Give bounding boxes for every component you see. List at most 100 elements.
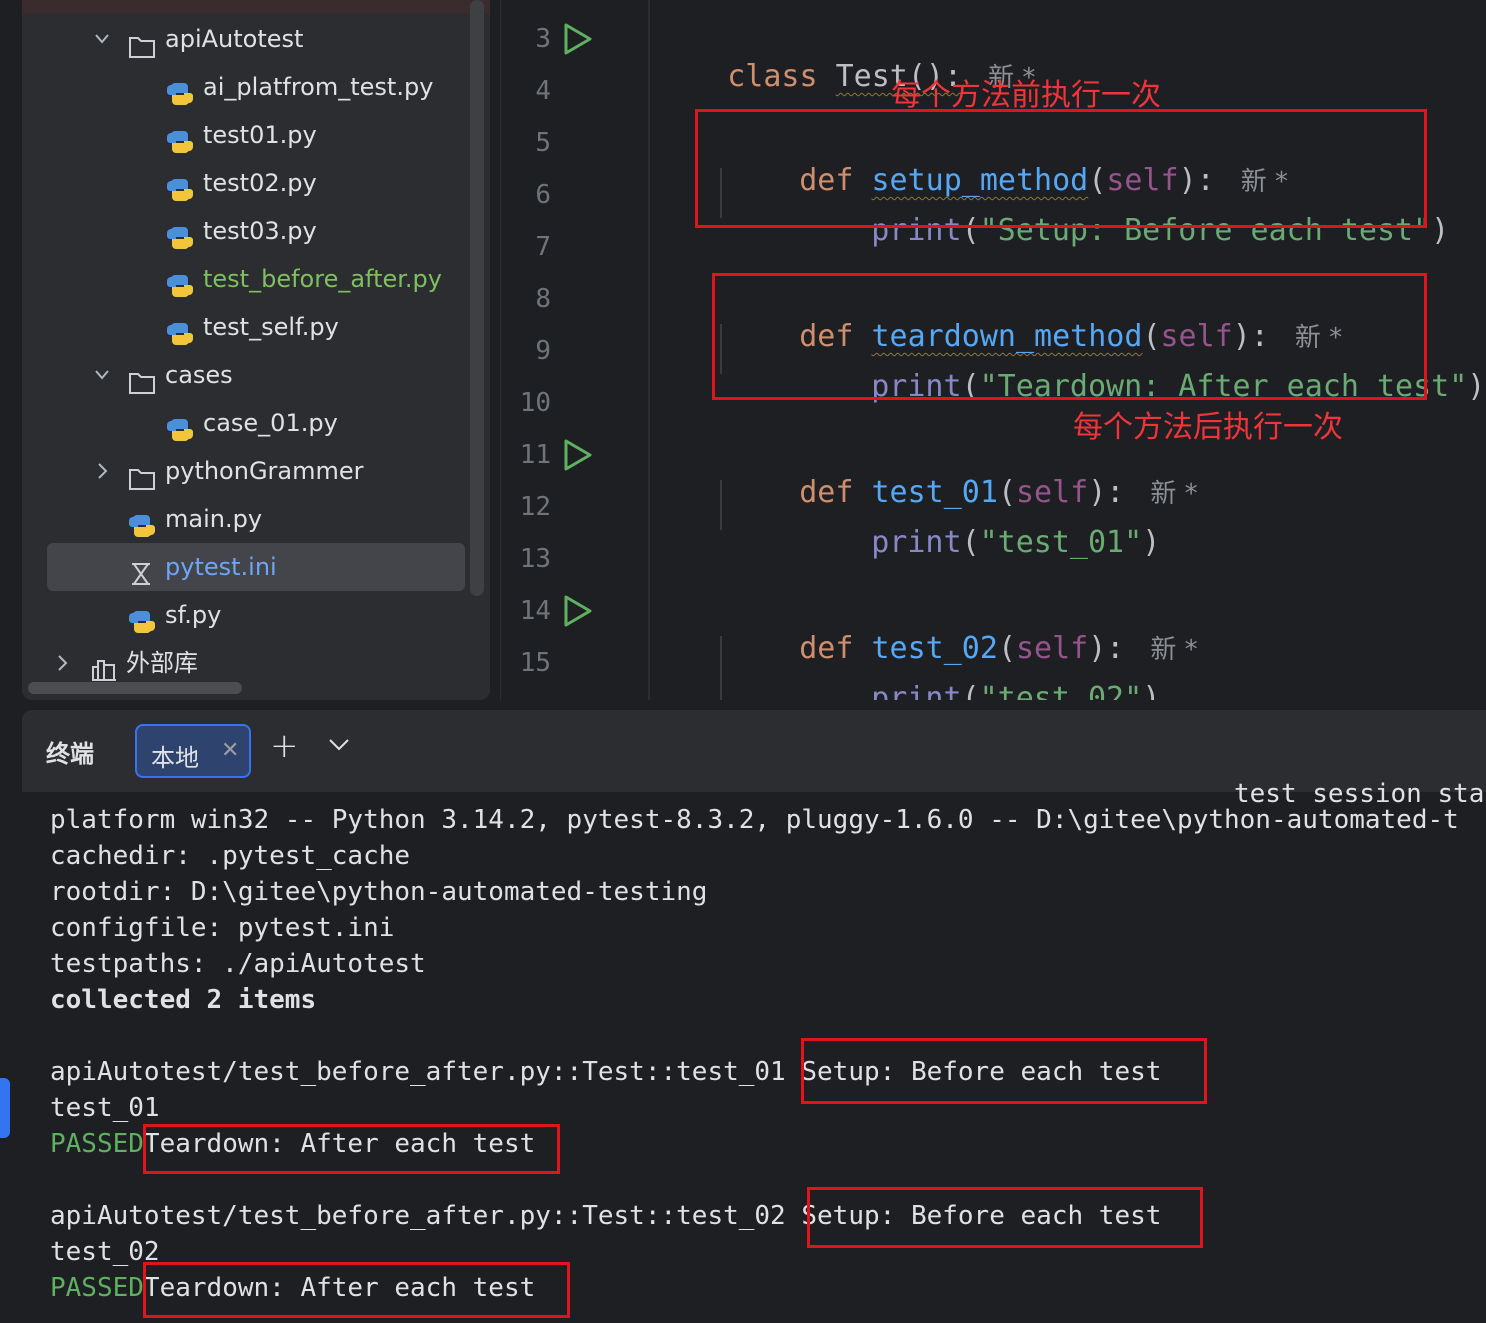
- tree-item-label: main.py: [165, 505, 263, 533]
- tree-item-label: pytest.ini: [165, 553, 277, 581]
- close-icon[interactable]: ✕: [221, 738, 239, 763]
- line-number: 11: [519, 440, 551, 470]
- tree-item-label: sf.py: [165, 601, 222, 629]
- line-number: 13: [519, 544, 551, 574]
- folder-icon: [128, 459, 155, 490]
- terminal-line: platform win32 -- Python 3.14.2, pytest-…: [50, 805, 1459, 835]
- code-line-12: print("test_01"): [799, 490, 1160, 595]
- python-file-icon: [166, 411, 193, 441]
- terminal-line: testpaths: ./apiAutotest: [50, 949, 426, 979]
- tree-item-file[interactable]: test_self.py: [22, 303, 490, 351]
- tree-item-file[interactable]: test01.py: [22, 111, 490, 159]
- terminal-line: rootdir: D:\gitee\python-automated-testi…: [50, 877, 708, 907]
- line-number: 9: [535, 336, 551, 366]
- terminal-title: 终端: [46, 740, 94, 768]
- scrolled-out-row: [22, 0, 490, 14]
- highlight-box-setup: [695, 109, 1427, 228]
- horizontal-scrollbar[interactable]: [28, 682, 242, 694]
- tree-item-file[interactable]: test_before_after.py: [22, 255, 490, 303]
- line-number: 7: [535, 232, 551, 262]
- add-icon[interactable]: +: [270, 726, 299, 766]
- paren: ): [1467, 369, 1486, 404]
- tree-item-label: test_before_after.py: [203, 265, 442, 293]
- tree-item-file[interactable]: test03.py: [22, 207, 490, 255]
- library-icon: [90, 651, 116, 681]
- string-literal: "test_02": [979, 681, 1143, 700]
- annotation-after: 每个方法后执行一次: [1073, 410, 1343, 445]
- line-number: 5: [535, 128, 551, 158]
- run-test-icon[interactable]: [563, 438, 593, 472]
- passed-status: PASSED: [50, 1273, 144, 1303]
- test-node-id: apiAutotest/test_before_after.py::Test::…: [50, 1057, 786, 1087]
- line-number: 8: [535, 284, 551, 314]
- test-node-id: apiAutotest/test_before_after.py::Test::…: [50, 1201, 786, 1231]
- paren: ): [1431, 213, 1450, 248]
- vertical-scrollbar[interactable]: [470, 0, 484, 596]
- tree-item-label: test_self.py: [203, 313, 339, 341]
- highlight-box-teardown-1: [143, 1124, 560, 1174]
- line-number: 12: [519, 492, 551, 522]
- paren: ): [1142, 681, 1161, 700]
- tree-item-label: pythonGrammer: [165, 457, 364, 485]
- folder-icon: [128, 27, 155, 58]
- python-file-icon: [166, 219, 193, 249]
- terminal-line: test_01: [50, 1093, 160, 1123]
- side-tool-indicator[interactable]: [0, 1078, 10, 1138]
- terminal-tool-window: 终端 本地 ✕ + test session sta platform win3…: [22, 710, 1486, 1323]
- python-file-icon: [128, 603, 155, 633]
- tree-item-apiautotest[interactable]: apiAutotest: [22, 15, 490, 63]
- indent-guide: [720, 480, 722, 530]
- line-number: 10: [519, 388, 551, 418]
- python-file-icon: [166, 315, 193, 345]
- paren: (: [961, 681, 980, 700]
- paren: ): [1142, 525, 1161, 560]
- code-editor[interactable]: 3 4 5 6 7 8 9 10 11 12 13 14 15 class Te…: [500, 0, 1486, 700]
- line-number: 14: [519, 596, 551, 626]
- tree-item-file[interactable]: main.py: [22, 495, 490, 543]
- project-tool-window: apiAutotest ai_platfrom_test.py test01.p…: [22, 0, 490, 700]
- line-number: 3: [535, 24, 551, 54]
- terminal-line: cachedir: .pytest_cache: [50, 841, 411, 871]
- terminal-tab-label: 本地: [151, 744, 199, 772]
- paren: (: [961, 525, 980, 560]
- tree-item-file-selected[interactable]: pytest.ini: [47, 543, 465, 591]
- builtin-print: print: [871, 525, 962, 560]
- code-line-15: print("test_02"): [799, 646, 1160, 700]
- keyword: class: [727, 59, 818, 94]
- tree-item-external-libraries[interactable]: 外部库: [22, 639, 490, 687]
- python-file-icon: [128, 507, 155, 537]
- tree-item-pythongrammer[interactable]: pythonGrammer: [22, 447, 490, 495]
- terminal-output[interactable]: test session sta platform win32 -- Pytho…: [22, 779, 1486, 1323]
- terminal-tab-local[interactable]: 本地 ✕: [135, 724, 251, 778]
- python-file-icon: [166, 267, 193, 297]
- python-file-icon: [166, 171, 193, 201]
- annotation-before: 每个方法前执行一次: [891, 78, 1161, 113]
- terminal-line: collected 2 items: [50, 985, 317, 1015]
- tree-item-cases[interactable]: cases: [22, 351, 490, 399]
- python-file-icon: [166, 123, 193, 153]
- ini-file-icon: [128, 555, 154, 585]
- tree-item-file[interactable]: test02.py: [22, 159, 490, 207]
- tree-item-file[interactable]: sf.py: [22, 591, 490, 639]
- passed-status: PASSED: [50, 1129, 144, 1159]
- tree-item-label: cases: [165, 361, 233, 389]
- highlight-box-setup-2: [807, 1187, 1203, 1248]
- tree-item-file[interactable]: case_01.py: [22, 399, 490, 447]
- tree-item-label: case_01.py: [203, 409, 338, 437]
- line-number: 15: [519, 648, 551, 678]
- indent-guide: [720, 636, 722, 700]
- tree-item-label: test02.py: [203, 169, 317, 197]
- string-literal: "test_01": [979, 525, 1143, 560]
- tree-item-label: apiAutotest: [165, 25, 304, 53]
- chevron-down-icon[interactable]: [326, 732, 352, 758]
- highlight-box-setup-1: [801, 1038, 1207, 1104]
- run-test-icon[interactable]: [563, 22, 593, 56]
- tree-item-label: 外部库: [126, 649, 198, 677]
- run-test-icon[interactable]: [563, 594, 593, 628]
- line-number: 4: [535, 76, 551, 106]
- builtin-print: print: [871, 681, 962, 700]
- highlight-box-teardown-2: [143, 1262, 570, 1318]
- line-number: 6: [535, 180, 551, 210]
- terminal-line: configfile: pytest.ini: [50, 913, 395, 943]
- tree-item-file[interactable]: ai_platfrom_test.py: [22, 63, 490, 111]
